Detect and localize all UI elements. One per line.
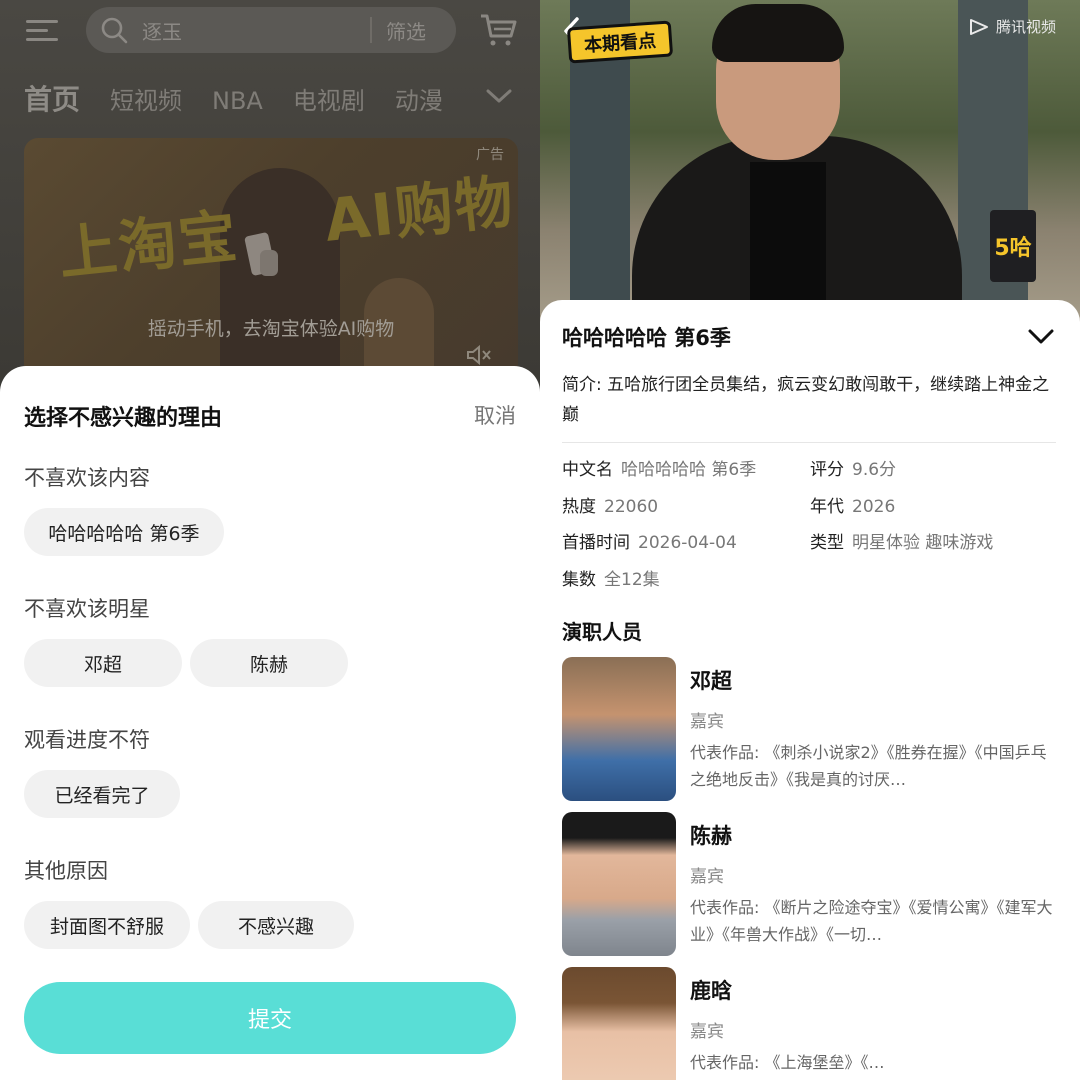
tencent-video-logo: 腾讯视频	[968, 16, 1056, 37]
reason-chip-cover[interactable]: 封面图不舒服	[24, 901, 190, 949]
cast-name: 鹿晗	[690, 979, 732, 1003]
synopsis: 简介: 五哈旅行团全员集结，疯云变幻敢闯敢干，继续踏上神金之巅	[562, 375, 1050, 425]
meta-label: 评分	[810, 460, 844, 480]
tab-short-video[interactable]: 短视频	[110, 81, 182, 116]
chevron-down-icon[interactable]	[1028, 328, 1054, 346]
cancel-button[interactable]: 取消	[474, 400, 516, 430]
cast-works: 代表作品: 《断片之险途夺宝》《爱情公寓》《建军大业》《年兽大作战》《一切…	[690, 898, 1053, 944]
meta-episodes: 集数 全12集	[562, 565, 660, 590]
cast-item[interactable]: 陈赫 嘉宾 代表作品: 《断片之险途夺宝》《爱情公寓》《建军大业》《年兽大作战》…	[562, 812, 1062, 958]
cast-works: 代表作品: 《上海堡垒》《…	[690, 1053, 885, 1072]
ad-tag[interactable]: 广告	[476, 144, 504, 164]
menu-icon[interactable]	[26, 18, 58, 42]
meta-label: 集数	[562, 570, 596, 590]
search-placeholder: 逐玉	[142, 20, 182, 44]
meta-label: 中文名	[562, 460, 613, 480]
not-interested-sheet: 选择不感兴趣的理由 取消 不喜欢该内容 哈哈哈哈哈 第6季 不喜欢该明星 邓超 …	[0, 366, 540, 1080]
meta-heat: 热度 22060	[562, 492, 658, 517]
platform-name: 腾讯视频	[995, 18, 1056, 36]
tab-tv-series[interactable]: 电视剧	[293, 81, 365, 116]
reason-chip-show[interactable]: 哈哈哈哈哈 第6季	[24, 508, 224, 556]
shake-phone-icon	[244, 232, 278, 276]
cast-photo	[562, 812, 676, 956]
tab-anime[interactable]: 动漫	[395, 81, 443, 116]
reason-chip-chenhe[interactable]: 陈赫	[190, 639, 348, 687]
meta-value: 全12集	[604, 570, 660, 590]
meta-value: 22060	[604, 497, 659, 517]
home-feed-dimmed: 逐玉 筛选 首页 短视频 NBA 电视剧 动漫 上淘宝 AI购物 广告 摇动手机…	[0, 0, 540, 380]
tab-nba[interactable]: NBA	[212, 87, 263, 115]
chevron-down-icon[interactable]	[486, 86, 512, 106]
meta-premiere: 首播时间 2026-04-04	[562, 528, 737, 553]
ad-headline-right: AI购物	[321, 167, 518, 255]
reason-chip-finished[interactable]: 已经看完了	[24, 770, 180, 818]
cast-section-title: 演职人员	[562, 620, 642, 644]
cast-role: 嘉宾	[690, 1022, 724, 1042]
meta-value: 明星体验 趣味游戏	[852, 533, 994, 553]
meta-year: 年代 2026	[810, 492, 895, 517]
cast-role: 嘉宾	[690, 867, 724, 887]
meta-genre: 类型 明星体验 趣味游戏	[810, 528, 993, 553]
divider	[562, 442, 1056, 443]
category-tabs: 首页 短视频 NBA 电视剧 动漫	[24, 78, 473, 118]
meta-rating: 评分 9.6分	[810, 455, 896, 480]
meta-value: 9.6分	[852, 460, 897, 480]
ad-headline-left: 上淘宝	[55, 201, 242, 289]
ad-caption: 摇动手机，去淘宝体验AI购物	[147, 318, 395, 340]
left-panel: 逐玉 筛选 首页 短视频 NBA 电视剧 动漫 上淘宝 AI购物 广告 摇动手机…	[0, 0, 540, 1080]
section-title-other: 其他原因	[24, 859, 108, 883]
tab-home[interactable]: 首页	[24, 78, 80, 118]
section-title-star: 不喜欢该明星	[24, 597, 150, 621]
show-info-panel: 哈哈哈哈哈 第6季 简介: 五哈旅行团全员集结，疯云变幻敢闯敢干，继续踏上神金之…	[540, 300, 1080, 1080]
mute-icon[interactable]	[466, 344, 492, 366]
show-title: 哈哈哈哈哈 第6季	[562, 326, 731, 350]
cast-item[interactable]: 鹿晗 嘉宾 代表作品: 《上海堡垒》《…	[562, 967, 1062, 1080]
cast-name: 邓超	[690, 669, 732, 693]
sheet-title: 选择不感兴趣的理由	[24, 406, 223, 431]
cast-item[interactable]: 邓超 嘉宾 代表作品: 《刺杀小说家2》《胜券在握》《中国乒乓之绝地反击》《我是…	[562, 657, 1062, 803]
right-panel: 本期看点 腾讯视频 5哈 哈哈哈哈哈 第6季 简介: 五哈旅行团全员集结，疯云变…	[540, 0, 1080, 1080]
meta-value: 哈哈哈哈哈 第6季	[621, 460, 757, 480]
cast-role: 嘉宾	[690, 712, 724, 732]
search-icon	[101, 17, 128, 44]
cast-works: 代表作品: 《刺杀小说家2》《胜券在握》《中国乒乓之绝地反击》《我是真的讨厌…	[690, 743, 1047, 789]
section-title-content: 不喜欢该内容	[24, 466, 150, 490]
guest-shirt	[750, 162, 826, 322]
ad-banner[interactable]: 上淘宝 AI购物 广告 摇动手机，去淘宝体验AI购物	[24, 138, 518, 378]
search-divider	[370, 17, 372, 43]
cast-photo	[562, 657, 676, 801]
meta-value: 2026	[852, 497, 896, 517]
search-bar[interactable]: 逐玉 筛选	[86, 7, 456, 53]
meta-value: 2026-04-04	[638, 533, 737, 553]
shopping-cart-icon[interactable]	[478, 10, 518, 50]
show-logo: 5哈	[990, 210, 1036, 282]
video-player[interactable]: 本期看点 腾讯视频 5哈	[540, 0, 1080, 330]
highlight-badge: 本期看点	[566, 20, 674, 64]
cast-name: 陈赫	[690, 824, 732, 848]
meta-label: 热度	[562, 497, 596, 517]
filter-button[interactable]: 筛选	[386, 16, 426, 45]
reason-chip-not-interested[interactable]: 不感兴趣	[198, 901, 354, 949]
reason-chip-dengchao[interactable]: 邓超	[24, 639, 182, 687]
guest-hair	[712, 4, 844, 62]
meta-chinese-name: 中文名 哈哈哈哈哈 第6季	[562, 455, 756, 480]
play-logo-icon	[969, 18, 988, 35]
meta-label: 首播时间	[562, 533, 630, 553]
meta-label: 类型	[810, 533, 844, 553]
submit-button[interactable]: 提交	[24, 982, 516, 1054]
meta-label: 年代	[810, 497, 844, 517]
cast-photo	[562, 967, 676, 1080]
section-title-progress: 观看进度不符	[24, 728, 150, 752]
